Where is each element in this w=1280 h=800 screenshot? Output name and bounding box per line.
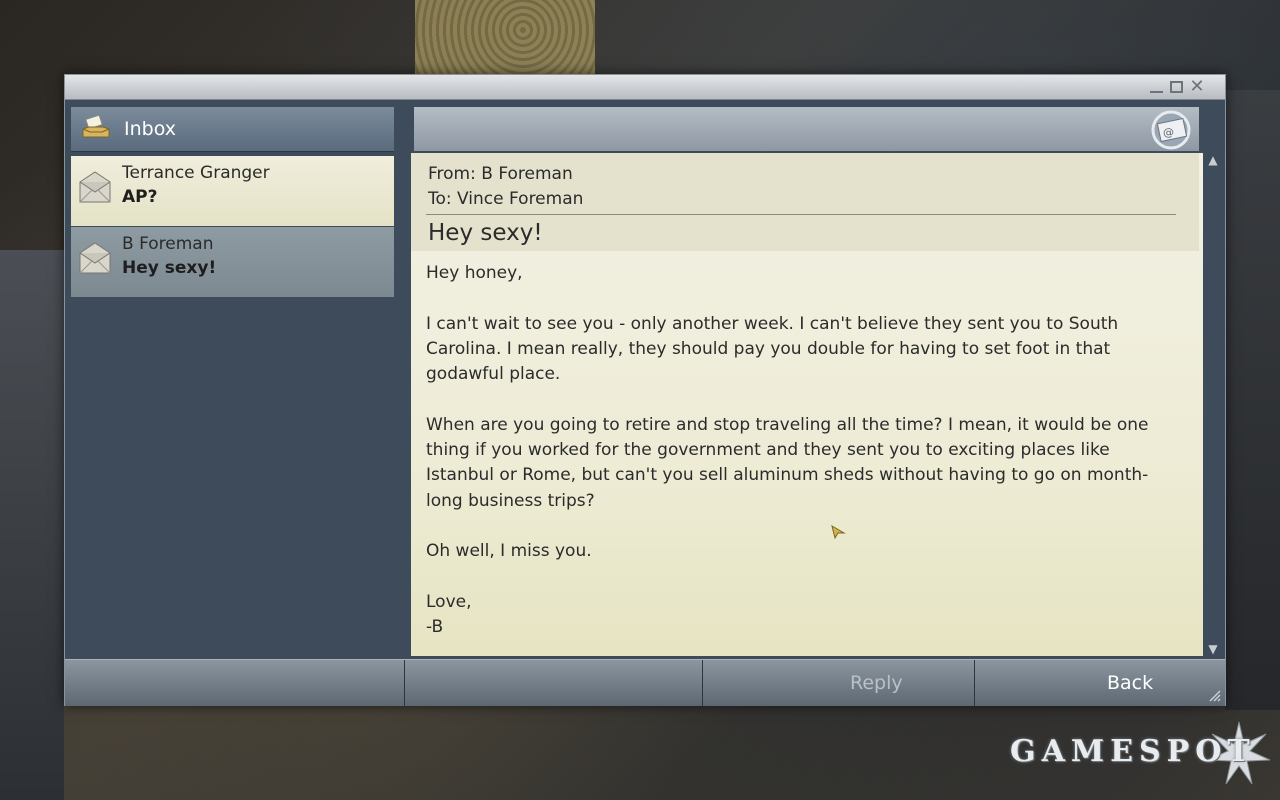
window-titlebar: ✕ bbox=[65, 75, 1225, 100]
message-from: From: B Foreman bbox=[428, 164, 573, 184]
action-slot-1 bbox=[65, 660, 405, 706]
background-panel-right bbox=[1225, 90, 1280, 710]
message-body: Hey honey, I can't wait to see you - onl… bbox=[426, 261, 1171, 640]
mouse-cursor-icon bbox=[831, 524, 846, 540]
scroll-down-arrow-icon[interactable]: ▼ bbox=[1205, 642, 1221, 656]
reply-button[interactable]: Reply bbox=[703, 660, 975, 706]
inbox-item-sender: B Foreman bbox=[122, 234, 214, 254]
scroll-up-arrow-icon[interactable]: ▲ bbox=[1205, 153, 1221, 167]
inbox-item-b-foreman[interactable]: B Foreman Hey sexy! bbox=[71, 227, 394, 297]
message-signoff: Love, bbox=[426, 591, 472, 612]
resize-grip-icon[interactable] bbox=[1207, 688, 1221, 702]
message-paragraph: Hey honey, bbox=[426, 263, 523, 283]
message-header-bar: @ bbox=[414, 107, 1199, 151]
message-paragraph: Oh well, I miss you. bbox=[426, 541, 592, 562]
action-bar: Reply Back bbox=[65, 659, 1225, 706]
envelope-icon bbox=[79, 171, 111, 203]
message-header: From: B Foreman To: Vince Foreman Hey se… bbox=[411, 153, 1199, 251]
minimize-icon bbox=[1150, 81, 1163, 93]
inbox-header: Inbox bbox=[71, 107, 394, 152]
message-scrollbar[interactable]: ▲ ▼ bbox=[1205, 153, 1221, 656]
inbox-item-subject: AP? bbox=[122, 187, 158, 207]
email-window: ✕ Inbox Terrance Granger AP? B Foreman H… bbox=[64, 74, 1226, 706]
close-icon: ✕ bbox=[1189, 76, 1205, 97]
email-at-icon: @ bbox=[1151, 110, 1191, 150]
message-signature: -B bbox=[426, 617, 444, 638]
gamespot-watermark: GAMESPOT bbox=[1010, 721, 1272, 785]
maximize-button[interactable] bbox=[1169, 79, 1185, 95]
background-panel-left bbox=[0, 250, 64, 800]
watermark-text: GAMESPOT bbox=[1010, 734, 1256, 769]
header-divider bbox=[426, 214, 1176, 215]
background-map bbox=[415, 0, 595, 75]
maximize-icon bbox=[1170, 81, 1183, 93]
message-to: To: Vince Foreman bbox=[428, 189, 584, 209]
envelope-icon bbox=[79, 242, 111, 274]
back-button[interactable]: Back bbox=[975, 660, 1225, 706]
inbox-item-sender: Terrance Granger bbox=[122, 163, 270, 183]
message-paragraph: I can't wait to see you - only another w… bbox=[426, 313, 1119, 385]
inbox-title: Inbox bbox=[124, 118, 176, 140]
message-paragraph: When are you going to retire and stop tr… bbox=[426, 414, 1149, 511]
inbox-item-subject: Hey sexy! bbox=[122, 258, 217, 278]
action-slot-2 bbox=[405, 660, 703, 706]
message-subject: Hey sexy! bbox=[428, 220, 543, 246]
message-pane: From: B Foreman To: Vince Foreman Hey se… bbox=[411, 153, 1203, 656]
svg-text:@: @ bbox=[1163, 126, 1174, 139]
back-label: Back bbox=[1107, 672, 1154, 694]
reply-label: Reply bbox=[850, 672, 903, 694]
close-button[interactable]: ✕ bbox=[1189, 76, 1205, 97]
minimize-button[interactable] bbox=[1149, 79, 1165, 95]
inbox-tray-icon bbox=[82, 115, 110, 138]
inbox-item-terrance-granger[interactable]: Terrance Granger AP? bbox=[71, 156, 394, 226]
